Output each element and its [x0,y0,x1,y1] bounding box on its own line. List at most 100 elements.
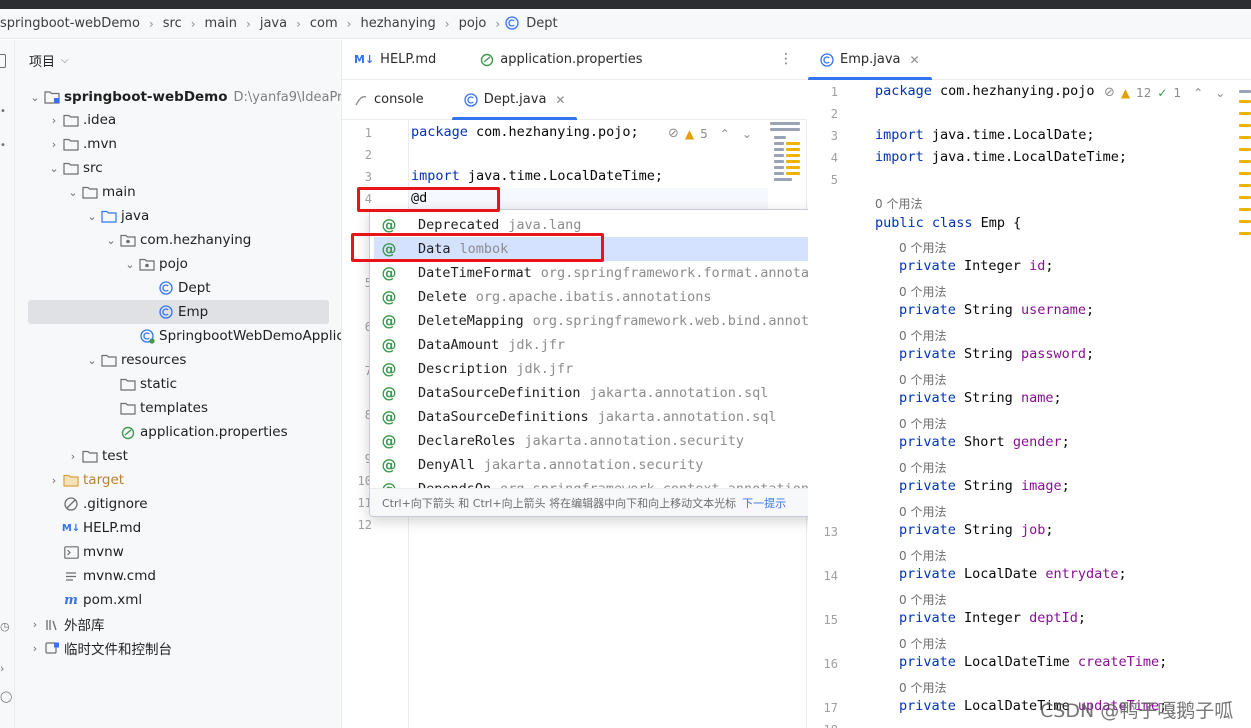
chevron-right-icon[interactable]: › [65,450,81,463]
field-declaration[interactable]: private String password; [899,346,1094,362]
project-panel-header[interactable]: 项目 ⌵ [15,40,341,80]
tree-item[interactable]: SpringbootWebDemoApplica [122,324,341,348]
field-declaration[interactable]: private String username; [899,302,1094,318]
completion-item[interactable]: @ DataAmount jdk.jfr [374,333,867,357]
chevron-right-icon[interactable]: › [46,474,62,487]
field-usage-hint[interactable]: 0 个用法 [899,415,946,432]
field-declaration[interactable]: private LocalDateTime createTime; [899,654,1167,670]
chevron-down-icon[interactable]: ⌄ [84,210,100,223]
completion-item[interactable]: @ DataSourceDefinition jakarta.annotation.… [374,381,867,405]
completion-item[interactable]: @ Deprecated java.lang [374,213,867,237]
tree-item[interactable]: M↓ HELP.md [46,516,141,540]
tree-item[interactable]: mvnw [46,540,124,564]
tree-item[interactable]: .gitignore [46,492,148,516]
field-usage-hint[interactable]: 0 个用法 [899,679,946,696]
services-tool-icon[interactable]: ◷ [0,620,10,634]
field-declaration[interactable]: private String name; [899,390,1062,406]
field-usage-hint[interactable]: 0 个用法 [899,591,946,608]
chevron-down-icon[interactable]: ⌄ [65,186,81,199]
field-usage-hint[interactable]: 0 个用法 [899,283,946,300]
breadcrumb-item[interactable]: Dept [522,16,561,31]
breadcrumb-item[interactable]: src [159,16,186,31]
breadcrumb-item[interactable]: main [201,16,241,31]
tree-item[interactable]: › 外部库 [27,612,105,636]
tab-help-md[interactable]: M↓ HELP.md [342,40,448,80]
tree-item[interactable]: › 临时文件和控制台 [27,636,172,660]
completion-item[interactable]: @ DeclareRoles jakarta.annotation.security [374,429,867,453]
field-usage-hint[interactable]: 0 个用法 [899,239,946,256]
completion-item[interactable]: @ DataSourceDefinitions jakarta.annotation… [374,405,867,429]
chevron-right-icon[interactable]: › [46,114,62,127]
emp-class-line[interactable]: public class Emp { [875,215,1021,231]
code-line-1[interactable]: package com.hezhanying.pojo; [411,124,639,140]
commit-tool-icon[interactable]: • [0,106,10,120]
completion-popup[interactable]: @ Deprecated java.lang @ Data lombok @ DateTime… [369,209,871,517]
tree-item[interactable]: static [103,372,177,396]
tree-item[interactable]: › .mvn [46,132,117,156]
next-tip-link[interactable]: 下一提示 [742,495,786,511]
tab-dept-java[interactable]: Dept.java ✕ [451,80,578,120]
terminal-tool-icon[interactable]: › [0,662,10,676]
minimap[interactable] [770,122,806,192]
field-declaration[interactable]: private Integer deptId; [899,610,1086,626]
completion-item[interactable]: @ Data lombok [374,237,867,261]
inspection-widget[interactable]: ⊘ ▲ 5 ⌃ ⌄ [668,126,752,141]
tree-root[interactable]: ⌄ springboot-webDemo D:\yanfa9\IdeaProje… [27,85,341,109]
completion-item[interactable]: @ DeleteMapping org.springframework.web.bi… [374,309,867,333]
field-declaration[interactable]: private Short gender; [899,434,1070,450]
emp-package-line[interactable]: package com.hezhanying.pojo [875,83,1094,99]
close-icon[interactable]: ✕ [555,93,565,107]
emp-inspection-widget[interactable]: ⊘ ▲ 12 ✓ 1 ⌃ ⌄ [1104,85,1225,100]
tree-item[interactable]: ⌄ resources [84,348,186,372]
problems-tool-icon[interactable]: ◯ [0,690,12,704]
chevron-down-icon[interactable]: ⌄ [46,162,62,175]
breadcrumb-item[interactable]: pojo [455,16,491,31]
chevron-right-icon[interactable]: › [27,642,43,655]
field-usage-hint[interactable]: 0 个用法 [899,503,946,520]
completion-item[interactable]: @ DateTimeFormat org.springframework.forma… [374,261,867,285]
tree-item[interactable]: › target [46,468,124,492]
tree-item[interactable]: templates [103,396,208,420]
field-usage-hint[interactable]: 0 个用法 [899,459,946,476]
tree-item[interactable]: ⌄ pojo [122,252,187,276]
chevron-down-icon[interactable]: ⌄ [122,258,138,271]
completion-item[interactable]: @ Description jdk.jfr [374,357,867,381]
structure-tool-icon[interactable]: • [0,140,10,154]
close-icon[interactable]: ✕ [910,53,920,67]
tree-item[interactable]: application.properties [103,420,288,444]
breadcrumb-item[interactable]: hezhanying [356,16,439,31]
completion-item[interactable]: @ DenyAll jakarta.annotation.security [374,453,867,477]
emp-minimap[interactable] [1239,90,1251,240]
tree-item[interactable]: › test [65,444,128,468]
tree-item[interactable]: m pom.xml [46,588,142,612]
tab-application-properties[interactable]: application.properties [468,40,654,80]
tree-item[interactable]: › .idea [46,108,116,132]
field-usage-hint[interactable]: 0 个用法 [899,371,946,388]
tab-emp-java[interactable]: Emp.java ✕ [808,40,932,80]
chevron-right-icon[interactable]: › [46,138,62,151]
code-line-4[interactable]: @d [411,190,427,206]
field-declaration[interactable]: private String job; [899,522,1053,538]
breadcrumb-item[interactable]: com [306,16,342,31]
emp-import-2[interactable]: import java.time.LocalDateTime; [875,149,1127,165]
field-declaration[interactable]: private LocalDate entrydate; [899,566,1127,582]
field-usage-hint[interactable]: 0 个用法 [899,327,946,344]
class-usage-hint[interactable]: 0 个用法 [875,195,922,212]
more-vertical-icon[interactable]: ⋮ [779,51,793,67]
completion-item[interactable]: @ Delete org.apache.ibatis.annotations [374,285,867,309]
tree-item[interactable]: ⌄ java [84,204,149,228]
chevron-right-icon[interactable]: › [27,618,43,631]
field-declaration[interactable]: private String image; [899,478,1070,494]
tree-item[interactable]: ⌄ com.hezhanying [103,228,251,252]
emp-import-1[interactable]: import java.time.LocalDate; [875,127,1094,143]
field-usage-hint[interactable]: 0 个用法 [899,635,946,652]
chevron-down-icon[interactable]: ⌄ [84,354,100,367]
breadcrumb-item[interactable]: java [256,16,291,31]
chevron-down-icon[interactable]: ⌄ [103,234,119,247]
tree-item[interactable]: ⌄ main [65,180,135,204]
tab-console[interactable]: console [342,80,436,120]
tree-item[interactable]: Dept [141,276,211,300]
field-usage-hint[interactable]: 0 个用法 [899,547,946,564]
field-declaration[interactable]: private Integer id; [899,258,1053,274]
tree-item[interactable]: ⌄ src [46,156,102,180]
